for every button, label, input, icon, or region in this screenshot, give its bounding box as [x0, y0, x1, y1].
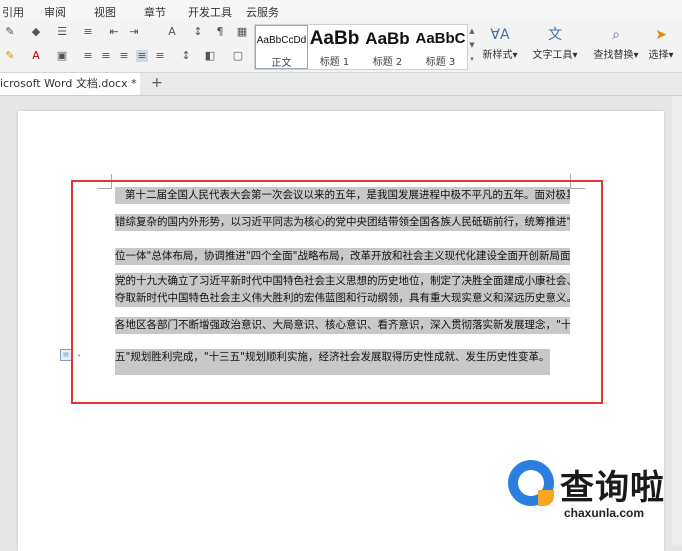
annotation-highlight-box [71, 180, 603, 404]
highlight-icon[interactable]: ◆ [30, 26, 42, 38]
find-replace-label: 查找替换 [593, 50, 634, 61]
menu-developer-tools[interactable]: 开发工具 [188, 4, 232, 20]
menu-bar: 引用 审阅 视图 章节 开发工具 云服务 [0, 0, 682, 20]
select-button[interactable]: ➤ 选择▾ [644, 26, 678, 61]
line-spacing-icon[interactable]: ↕ [180, 50, 192, 62]
style-normal[interactable]: AaBbCcDd 正文 [255, 25, 308, 69]
text-tools-button[interactable]: 文 文字工具▾ [528, 26, 582, 61]
style-heading-3[interactable]: AaBbC 标题 3 [414, 25, 467, 69]
styles-scroll[interactable]: ▲ ▼ ▾ [467, 24, 477, 68]
text-tools-label: 文字工具 [532, 50, 573, 61]
paint-icon[interactable]: ✎ [4, 26, 16, 38]
style-sample: AaBbCcDd [256, 35, 307, 46]
add-tab-icon[interactable]: + [151, 75, 163, 91]
watermark-logo: 查询啦 chaxunla.com [508, 458, 678, 524]
style-label: 标题 3 [425, 57, 456, 68]
style-heading-2[interactable]: AaBb 标题 2 [361, 25, 414, 69]
document-tab-title: icrosoft Word 文档.docx * [0, 77, 137, 90]
decrease-indent-icon[interactable]: ⇤ [108, 26, 120, 38]
menu-references[interactable]: 引用 [2, 4, 24, 20]
style-sample: AaBb [309, 28, 360, 49]
numbered-list-icon[interactable]: ≡ [82, 26, 94, 38]
style-label: 标题 2 [372, 57, 403, 68]
cursor-icon: ➤ [655, 27, 667, 43]
text-tools-icon: 文 [548, 27, 562, 43]
highlight-color-icon[interactable]: ✎ [4, 50, 16, 62]
logo-accent-icon [538, 490, 554, 506]
document-tab-bar: icrosoft Word 文档.docx * + [0, 73, 682, 96]
shading-icon[interactable]: ◧ [204, 50, 216, 62]
menu-chapter[interactable]: 章节 [144, 4, 166, 20]
align-left-icon[interactable]: ≡ [82, 50, 94, 62]
style-label: 正文 [271, 58, 292, 69]
style-sample: AaBb [365, 29, 410, 48]
menu-review[interactable]: 审阅 [44, 4, 66, 20]
bullet-list-icon[interactable]: ☰ [56, 26, 68, 38]
font-color-icon[interactable]: A [30, 50, 42, 62]
style-label: 标题 1 [319, 57, 350, 68]
align-center-icon[interactable]: ≡ [100, 50, 112, 62]
increase-indent-icon[interactable]: ⇥ [128, 26, 140, 38]
distributed-icon[interactable]: ≡ [154, 50, 166, 62]
chevron-down-icon[interactable]: ▼ [469, 41, 474, 49]
chevron-up-icon[interactable]: ▲ [469, 27, 474, 35]
styles-gallery: AaBbCcDd 正文 AaBb 标题 1 AaBb 标题 2 AaBbC 标题… [254, 24, 468, 70]
more-icon[interactable]: ▾ [470, 55, 474, 63]
watermark-url: chaxunla.com [564, 506, 645, 520]
align-right-icon[interactable]: ≡ [118, 50, 130, 62]
border-icon[interactable]: ▢ [232, 50, 244, 62]
menu-view[interactable]: 视图 [94, 4, 116, 20]
new-style-button[interactable]: ⱯA 新样式▾ [478, 26, 522, 61]
ribbon-toolbar: ✎ ◆ ☰ ≡ ⇤ ⇥ A ↕ ¶ ▦ ✎ A ▣ ≡ ≡ ≡ ≡ ≡ ↕ ◧ … [0, 20, 682, 73]
document-tab[interactable]: icrosoft Word 文档.docx * [0, 73, 140, 95]
char-shading-icon[interactable]: ▣ [56, 50, 68, 62]
text-direction-icon[interactable]: A [166, 26, 178, 38]
sort-icon[interactable]: ↕ [192, 26, 204, 38]
style-heading-1[interactable]: AaBb 标题 1 [308, 25, 361, 69]
watermark-text: 查询啦 [560, 468, 665, 508]
table-icon[interactable]: ▦ [236, 26, 248, 38]
style-sample: AaBbC [415, 30, 466, 47]
find-replace-button[interactable]: ⌕ 查找替换▾ [590, 26, 642, 61]
new-style-label: 新样式 [482, 50, 513, 61]
search-icon: ⌕ [612, 27, 620, 43]
menu-cloud-service[interactable]: 云服务 [246, 4, 279, 20]
justify-icon[interactable]: ≡ [136, 50, 148, 62]
select-label: 选择 [648, 50, 669, 61]
show-marks-icon[interactable]: ¶ [214, 26, 226, 38]
new-style-icon: ⱯA [490, 27, 510, 43]
